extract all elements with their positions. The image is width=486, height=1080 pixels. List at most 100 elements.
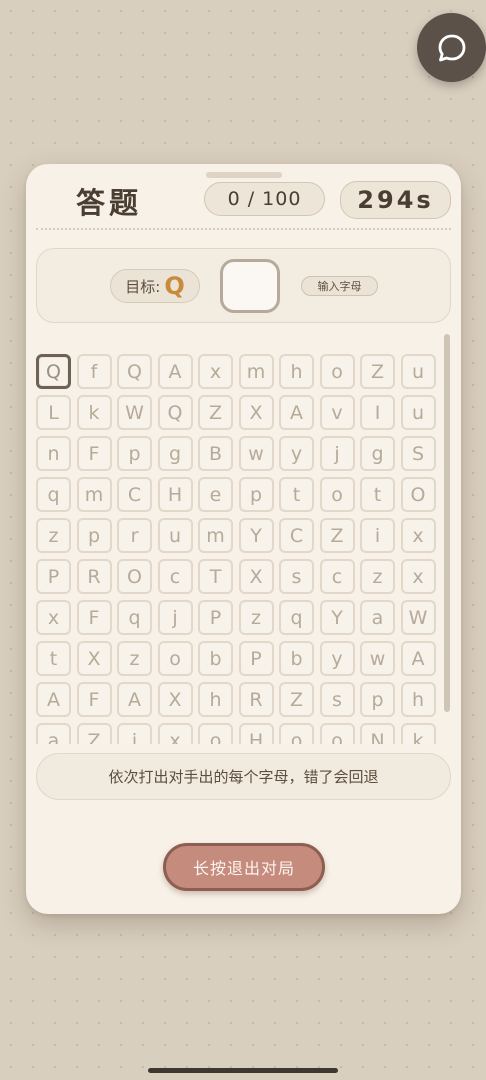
letter-cell: m	[238, 354, 274, 389]
letter-cell: Z	[319, 518, 355, 553]
home-indicator[interactable]	[148, 1068, 338, 1073]
divider	[36, 228, 451, 230]
letter-cell: P	[198, 600, 233, 635]
letter-cell: t	[279, 477, 314, 512]
letter-cell: z	[36, 518, 71, 553]
letter-cell: W	[400, 600, 436, 635]
letter-cell: a	[360, 600, 395, 635]
letter-cell: C	[279, 518, 314, 553]
letter-cell: o	[279, 723, 314, 744]
target-label: 目标:	[125, 277, 161, 296]
letter-cell: Z	[360, 354, 395, 389]
letter-cell: Q	[117, 354, 152, 389]
letter-cell: g	[360, 436, 395, 471]
letter-cell: y	[319, 641, 355, 676]
letter-cell: A	[279, 395, 314, 430]
letter-cell: N	[360, 723, 395, 744]
letter-cell: m	[198, 518, 233, 553]
scrollbar[interactable]	[444, 334, 450, 712]
letter-cell: o	[319, 477, 355, 512]
letter-cell: L	[36, 395, 71, 430]
letter-cell: p	[76, 518, 112, 553]
letter-cell: X	[238, 395, 274, 430]
letter-cell: H	[157, 477, 193, 512]
letter-cell: X	[238, 559, 274, 594]
letter-cell: h	[279, 354, 314, 389]
letter-cell: u	[400, 354, 436, 389]
letter-cell: f	[76, 354, 112, 389]
letter-cell: u	[157, 518, 193, 553]
letter-cell: Z	[76, 723, 112, 744]
letter-cell-current: Q	[36, 354, 71, 389]
letter-cell: t	[360, 477, 395, 512]
input-hint-tag: 输入字母	[301, 276, 378, 296]
letter-cell: w	[238, 436, 274, 471]
letter-cell: s	[319, 682, 355, 717]
letter-cell: h	[198, 682, 233, 717]
page-title: 答题	[76, 186, 143, 220]
letter-cell: o	[157, 641, 193, 676]
letter-cell: A	[400, 641, 436, 676]
letter-cell: j	[117, 723, 152, 744]
letter-cell: x	[157, 723, 193, 744]
letter-cell: O	[117, 559, 152, 594]
letter-cell: j	[319, 436, 355, 471]
timer-badge: 294s	[340, 181, 451, 219]
letter-cell: I	[360, 395, 395, 430]
letter-input-box[interactable]	[220, 259, 280, 313]
letter-cell: F	[76, 600, 112, 635]
target-letter: Q	[164, 272, 185, 300]
letter-cell: C	[117, 477, 152, 512]
letter-cell: R	[238, 682, 274, 717]
letter-cell: c	[157, 559, 193, 594]
letter-grid: QfQAxmhoZuLkWQZXAvIunFpgBwyjgSqmCHeptotO…	[35, 352, 440, 744]
letter-cell: A	[157, 354, 193, 389]
letter-cell: S	[400, 436, 436, 471]
drag-handle[interactable]	[206, 172, 282, 178]
letter-cell: q	[117, 600, 152, 635]
letter-cell: T	[198, 559, 233, 594]
letter-cell: r	[117, 518, 152, 553]
letter-cell: n	[36, 436, 71, 471]
letter-cell: Y	[238, 518, 274, 553]
score-badge: 0 / 100	[204, 182, 325, 216]
letter-cell: q	[279, 600, 314, 635]
letter-grid-scroll[interactable]: QfQAxmhoZuLkWQZXAvIunFpgBwyjgSqmCHeptotO…	[35, 352, 440, 744]
letter-cell: x	[198, 354, 233, 389]
letter-cell: F	[76, 682, 112, 717]
instruction-text: 依次打出对手出的每个字母，错了会回退	[36, 753, 451, 800]
letter-cell: Z	[279, 682, 314, 717]
letter-cell: c	[319, 559, 355, 594]
letter-cell: x	[36, 600, 71, 635]
letter-cell: x	[400, 518, 436, 553]
letter-cell: P	[238, 641, 274, 676]
letter-cell: A	[36, 682, 71, 717]
letter-cell: q	[36, 477, 71, 512]
exit-match-button[interactable]: 长按退出对局	[163, 843, 325, 891]
letter-cell: A	[117, 682, 152, 717]
letter-cell: k	[400, 723, 436, 744]
letter-cell: X	[157, 682, 193, 717]
letter-cell: b	[279, 641, 314, 676]
target-chip: 目标: Q	[110, 269, 200, 303]
letter-cell: w	[360, 641, 395, 676]
letter-cell: y	[279, 436, 314, 471]
letter-cell: H	[238, 723, 274, 744]
letter-cell: j	[157, 600, 193, 635]
letter-cell: a	[36, 723, 71, 744]
chat-bubble-icon	[438, 34, 465, 61]
letter-cell: z	[360, 559, 395, 594]
letter-cell: P	[36, 559, 71, 594]
letter-cell: O	[400, 477, 436, 512]
letter-cell: Q	[157, 395, 193, 430]
letter-cell: x	[400, 559, 436, 594]
letter-cell: s	[279, 559, 314, 594]
letter-cell: W	[117, 395, 152, 430]
letter-cell: o	[319, 723, 355, 744]
letter-cell: z	[117, 641, 152, 676]
letter-cell: t	[36, 641, 71, 676]
chat-button[interactable]	[417, 13, 486, 82]
letter-cell: p	[117, 436, 152, 471]
letter-cell: o	[319, 354, 355, 389]
target-panel: 目标: Q 输入字母	[36, 248, 451, 323]
